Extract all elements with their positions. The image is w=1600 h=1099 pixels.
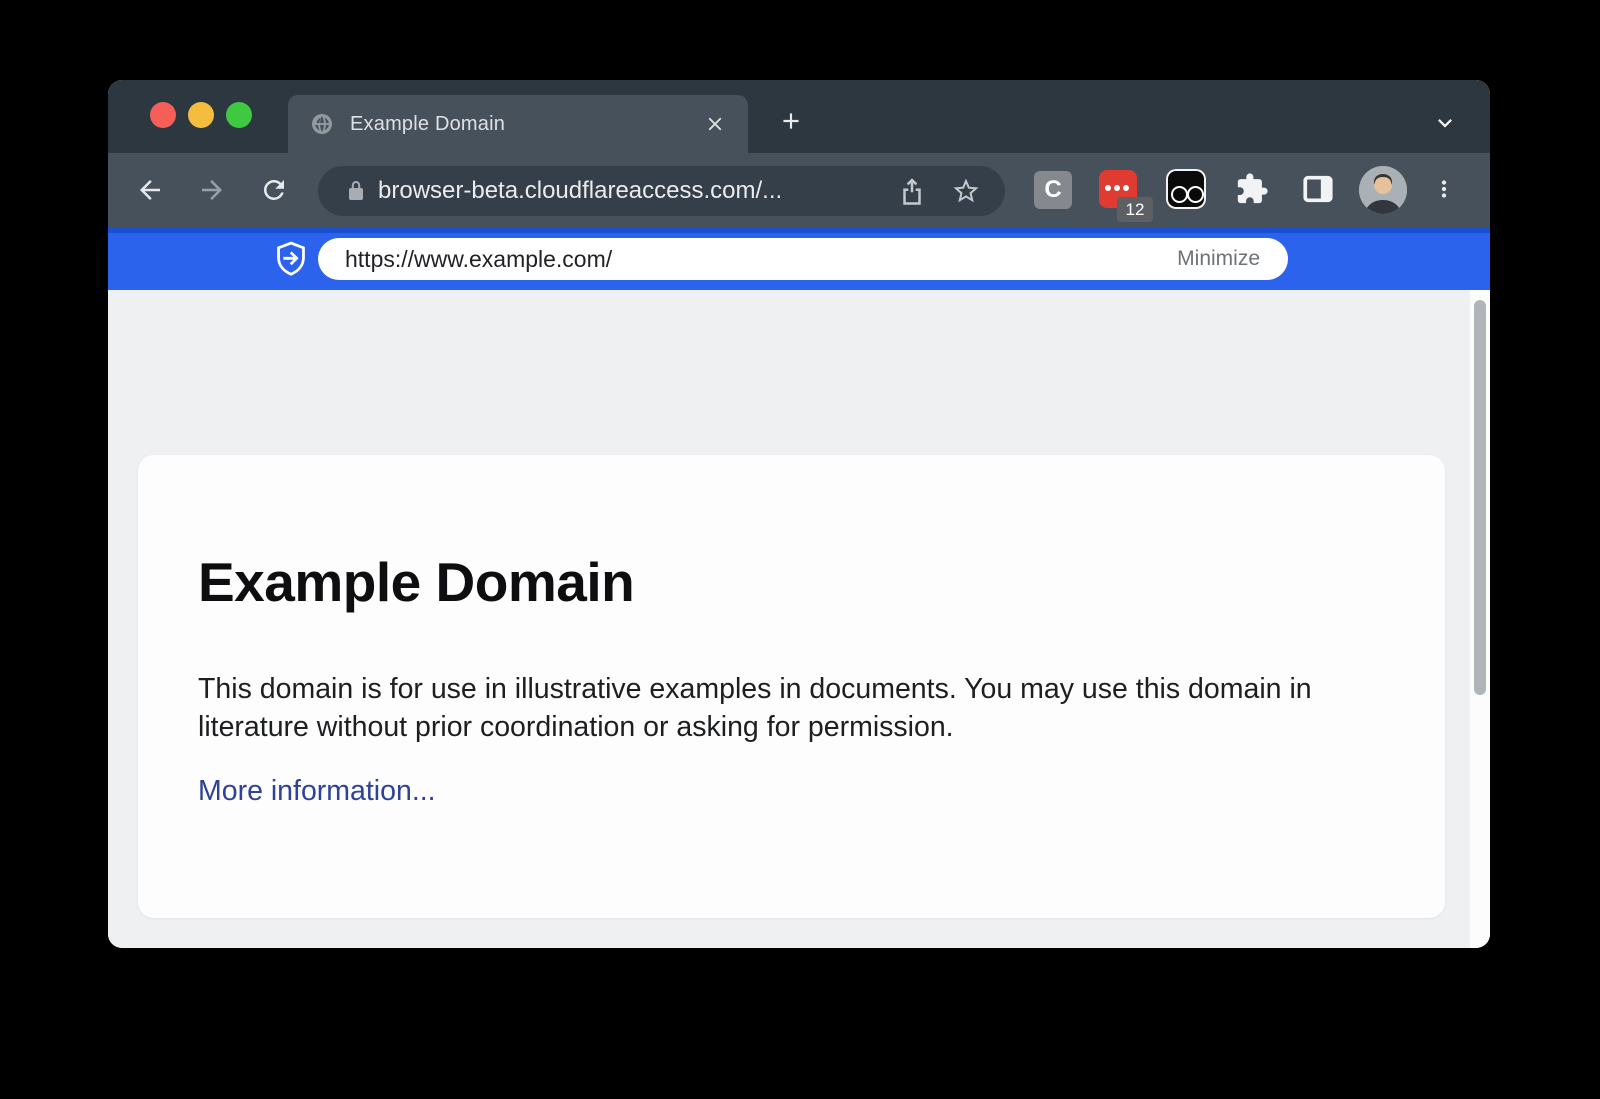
share-icon[interactable]: [897, 176, 927, 206]
scrollbar-track[interactable]: [1470, 290, 1490, 948]
bookmark-star-icon[interactable]: [951, 176, 981, 206]
tab-close-icon[interactable]: [704, 113, 726, 135]
browser-menu-icon[interactable]: [1431, 176, 1457, 202]
page-body-text: This domain is for use in illustrative e…: [198, 670, 1353, 746]
isolation-toolbar: https://www.example.com/ Minimize: [108, 228, 1490, 290]
extension-c-icon[interactable]: C: [1034, 171, 1072, 209]
address-bar[interactable]: browser-beta.cloudflareaccess.com/...: [318, 166, 1005, 216]
browser-window: Example Domain: [108, 80, 1490, 948]
tab-example-domain[interactable]: Example Domain: [288, 95, 748, 153]
page-viewport: Example Domain This domain is for use in…: [108, 290, 1490, 948]
navigation-toolbar: browser-beta.cloudflareaccess.com/... C …: [108, 153, 1490, 228]
profile-avatar[interactable]: [1359, 166, 1407, 214]
side-panel-icon[interactable]: [1301, 172, 1335, 206]
minimize-window-button[interactable]: [188, 102, 214, 128]
scrollbar-thumb[interactable]: [1474, 300, 1486, 695]
globe-favicon-icon: [310, 112, 334, 136]
extension-glasses-icon[interactable]: [1166, 169, 1206, 209]
back-icon[interactable]: [135, 175, 165, 205]
new-tab-button[interactable]: [778, 108, 804, 134]
maximize-window-button[interactable]: [226, 102, 252, 128]
tab-strip: Example Domain: [108, 80, 1490, 153]
isolated-url-value[interactable]: https://www.example.com/: [345, 238, 612, 280]
close-window-button[interactable]: [150, 102, 176, 128]
tab-title: Example Domain: [350, 95, 505, 153]
minimize-toolbar-button[interactable]: Minimize: [1177, 238, 1260, 280]
shield-arrow-icon: [274, 241, 308, 277]
extension-badge-count: 12: [1117, 197, 1153, 222]
isolated-url-input[interactable]: https://www.example.com/ Minimize: [318, 238, 1288, 280]
more-information-link[interactable]: More information...: [198, 775, 436, 808]
reload-icon[interactable]: [259, 175, 289, 205]
address-bar-url[interactable]: browser-beta.cloudflareaccess.com/...: [378, 166, 782, 216]
isolation-toolbar-accent-line: [108, 228, 1490, 233]
lock-icon[interactable]: [344, 179, 368, 203]
chevron-down-icon[interactable]: [1431, 109, 1459, 137]
content-card: Example Domain This domain is for use in…: [138, 455, 1445, 918]
extensions-puzzle-icon[interactable]: [1235, 172, 1269, 206]
page-title: Example Domain: [198, 550, 634, 614]
forward-icon[interactable]: [197, 175, 227, 205]
